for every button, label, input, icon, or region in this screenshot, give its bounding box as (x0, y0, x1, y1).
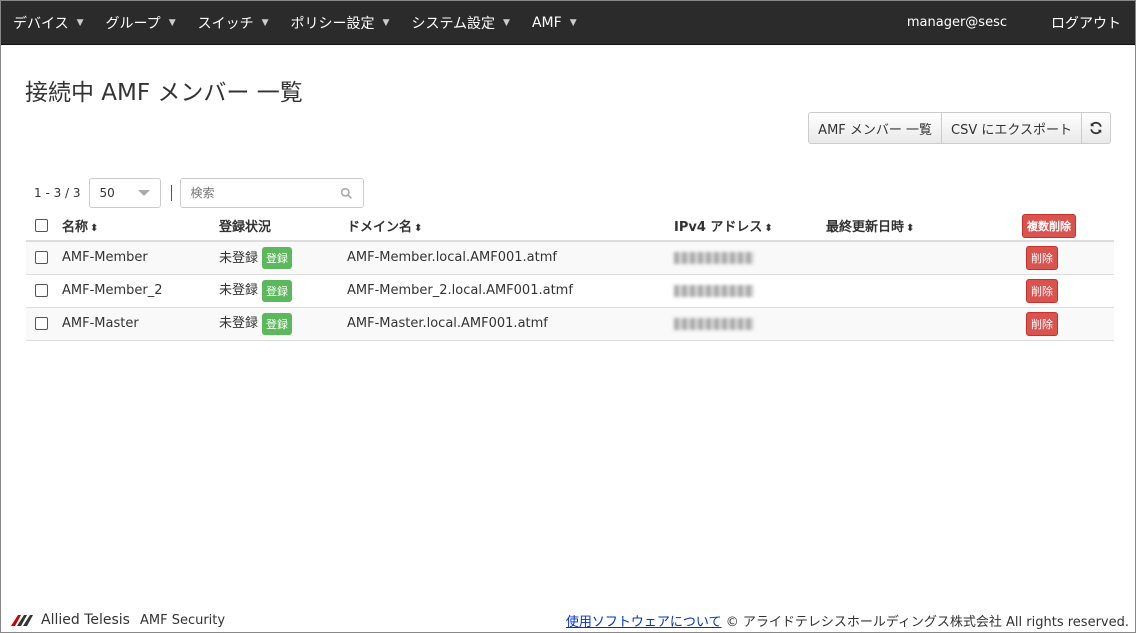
sort-icon: ⬍ (906, 223, 915, 234)
sort-icon: ⬍ (414, 223, 423, 234)
column-name[interactable]: 名称 ⬍ (62, 211, 219, 242)
column-updated[interactable]: 最終更新日時 ⬍ (826, 211, 1022, 242)
table-header-row: 名称 ⬍ 登録状況 ドメイン名 ⬍ IPv4 アドレス ⬍ 最終更新日時 ⬍ 複数削除 (26, 211, 1114, 242)
delete-button[interactable]: 削除 (1026, 278, 1058, 303)
chevron-down-icon: ▼ (261, 17, 269, 28)
registration-status: 未登録 (219, 283, 259, 299)
nav-amf[interactable]: AMF ▼ (532, 15, 577, 31)
search-icon (340, 187, 352, 199)
select-all-checkbox[interactable] (35, 219, 48, 232)
logout-link[interactable]: ログアウト (1051, 13, 1121, 33)
amf-member-table: 名称 ⬍ 登録状況 ドメイン名 ⬍ IPv4 アドレス ⬍ 最終更新日時 ⬍ 複数削除 … (26, 211, 1114, 341)
column-status: 登録状況 (219, 211, 347, 242)
chevron-down-icon: ▼ (569, 17, 577, 28)
last-updated (826, 241, 1022, 275)
chevron-down-icon: ▼ (168, 17, 176, 28)
domain-name: AMF-Master.local.AMF001.atmf (347, 307, 674, 341)
bulk-delete-button[interactable]: 複数削除 (1022, 213, 1076, 238)
nav-policy-settings[interactable]: ポリシー設定 ▼ (291, 13, 390, 33)
domain-name: AMF-Member.local.AMF001.atmf (347, 241, 674, 275)
table-row: AMF-Master 未登録 登録 AMF-Master.local.AMF001… (26, 307, 1114, 341)
register-button[interactable]: 登録 (262, 279, 293, 302)
row-checkbox[interactable] (35, 317, 48, 330)
row-checkbox[interactable] (35, 251, 48, 265)
allied-telesis-logo-icon (11, 615, 33, 626)
member-name: AMF-Member (62, 241, 219, 275)
row-checkbox[interactable] (35, 284, 48, 297)
top-navbar: デバイス ▼ グループ ▼ スイッチ ▼ ポリシー設定 ▼ システム設定 ▼ AMF ▼ m… (1, 1, 1135, 45)
last-updated (826, 307, 1022, 341)
column-domain[interactable]: ドメイン名 ⬍ (347, 211, 674, 242)
ipv4-address-redacted (674, 317, 754, 330)
chevron-down-icon (137, 190, 150, 196)
nav-devices[interactable]: デバイス ▼ (13, 13, 84, 33)
last-updated (826, 274, 1022, 308)
product-name: AMF Security (139, 612, 226, 628)
nav-groups[interactable]: グループ ▼ (106, 13, 176, 33)
register-button[interactable]: 登録 (262, 247, 293, 269)
search-box[interactable] (179, 178, 364, 208)
nav-system-settings[interactable]: システム設定 ▼ (411, 13, 510, 33)
software-info-link[interactable]: 使用ソフトウェアについて (566, 615, 722, 630)
refresh-icon (1090, 121, 1102, 135)
nav-username: manager@sesc (906, 15, 1007, 30)
refresh-button[interactable] (1082, 112, 1111, 144)
registration-status: 未登録 (219, 316, 259, 332)
ipv4-address-redacted (674, 251, 754, 264)
page-title: 接続中 AMF メンバー 一覧 (25, 80, 303, 106)
delete-button[interactable]: 削除 (1026, 245, 1058, 270)
member-name: AMF-Member_2 (62, 274, 219, 308)
sort-icon: ⬍ (764, 223, 773, 234)
register-button[interactable]: 登録 (262, 312, 293, 335)
page-footer: Allied Telesis AMF Security 使用ソフトウェアについて… (1, 608, 1135, 632)
record-count: 1 - 3 / 3 (34, 186, 81, 200)
brand-logo: Allied Telesis (11, 612, 130, 628)
column-ipv4[interactable]: IPv4 アドレス ⬍ (674, 211, 826, 242)
copyright: © アライドテレシスホールディングス株式会社 All rights reserv… (725, 614, 1129, 630)
page-size-select[interactable]: 50 (88, 178, 161, 208)
toolbar-divider (170, 185, 172, 201)
ipv4-address-redacted (674, 284, 754, 297)
table-row: AMF-Member_2 未登録 登録 AMF-Member_2.local.AM… (26, 274, 1114, 308)
sort-icon: ⬍ (90, 223, 99, 234)
nav-switches[interactable]: スイッチ ▼ (198, 13, 269, 33)
amf-member-list-button[interactable]: AMF メンバー 一覧 (808, 112, 943, 144)
chevron-down-icon: ▼ (76, 17, 84, 28)
table-row: AMF-Member 未登録 登録 AMF-Member.local.AMF001… (26, 241, 1114, 275)
chevron-down-icon: ▼ (503, 17, 510, 28)
search-input[interactable] (190, 186, 331, 200)
csv-export-button[interactable]: CSV にエクスポート (942, 112, 1082, 144)
action-button-group: AMF メンバー 一覧 CSV にエクスポート (808, 112, 1111, 144)
registration-status: 未登録 (219, 250, 259, 266)
member-name: AMF-Master (62, 307, 219, 341)
domain-name: AMF-Member_2.local.AMF001.atmf (347, 274, 674, 308)
list-toolbar: 1 - 3 / 3 50 (34, 178, 364, 208)
delete-button[interactable]: 削除 (1026, 311, 1058, 336)
chevron-down-icon: ▼ (382, 17, 390, 28)
